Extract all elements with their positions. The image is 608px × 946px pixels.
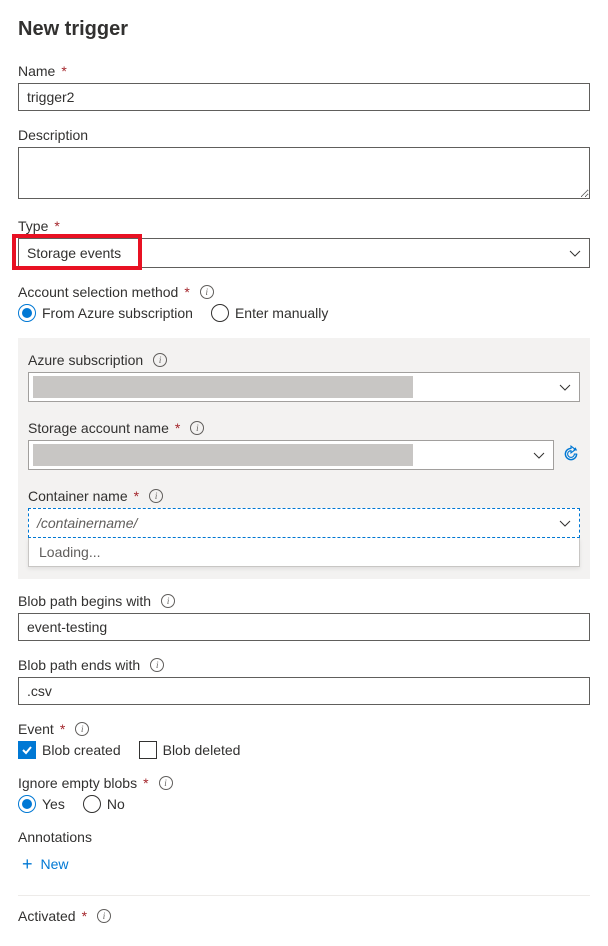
description-label: Description <box>18 127 88 143</box>
chevron-down-icon <box>559 517 571 529</box>
radio-label: Yes <box>42 796 65 812</box>
loading-text: Loading... <box>39 544 101 560</box>
name-label: Name <box>18 63 55 79</box>
refresh-icon[interactable] <box>562 445 580 466</box>
info-icon[interactable]: i <box>149 489 163 503</box>
info-icon[interactable]: i <box>75 722 89 736</box>
required-asterisk: * <box>134 488 139 504</box>
info-icon[interactable]: i <box>150 658 164 672</box>
radio-icon <box>211 304 229 322</box>
type-value: Storage events <box>27 245 121 261</box>
checkbox-icon <box>18 741 36 759</box>
required-asterisk: * <box>175 420 180 436</box>
page-title: New trigger <box>18 18 590 41</box>
info-icon[interactable]: i <box>161 594 175 608</box>
plus-icon: + <box>22 855 33 873</box>
azure-config-panel: Azure subscription i Storage account nam… <box>18 338 590 579</box>
chevron-down-icon <box>569 247 581 259</box>
type-label: Type <box>18 218 48 234</box>
azure-subscription-label: Azure subscription <box>28 352 143 368</box>
checkbox-label: Blob created <box>42 742 121 758</box>
add-annotation-button[interactable]: + New <box>18 849 590 879</box>
required-asterisk: * <box>184 284 189 300</box>
container-name-label: Container name <box>28 488 128 504</box>
radio-icon <box>18 795 36 813</box>
checkbox-blob-created[interactable]: Blob created <box>18 741 121 759</box>
radio-icon <box>18 304 36 322</box>
ignore-empty-label: Ignore empty blobs <box>18 775 137 791</box>
container-name-select[interactable]: /containername/ <box>28 508 580 538</box>
info-icon[interactable]: i <box>159 776 173 790</box>
storage-account-select[interactable] <box>28 440 554 470</box>
azure-subscription-select[interactable] <box>28 372 580 402</box>
event-label: Event <box>18 721 54 737</box>
info-icon[interactable]: i <box>200 285 214 299</box>
required-asterisk: * <box>54 218 59 234</box>
info-icon[interactable]: i <box>190 421 204 435</box>
radio-label: No <box>107 796 125 812</box>
storage-account-label: Storage account name <box>28 420 169 436</box>
name-input[interactable] <box>18 83 590 111</box>
checkbox-blob-deleted[interactable]: Blob deleted <box>139 741 241 759</box>
divider <box>18 895 590 896</box>
add-new-label: New <box>41 856 69 872</box>
redacted-value <box>33 444 413 466</box>
required-asterisk: * <box>82 908 87 924</box>
info-icon[interactable]: i <box>153 353 167 367</box>
blob-ends-input[interactable] <box>18 677 590 705</box>
checkbox-label: Blob deleted <box>163 742 241 758</box>
type-select[interactable]: Storage events <box>18 238 590 268</box>
radio-label: Enter manually <box>235 305 328 321</box>
radio-no[interactable]: No <box>83 795 125 813</box>
radio-from-azure[interactable]: From Azure subscription <box>18 304 193 322</box>
account-method-label: Account selection method <box>18 284 178 300</box>
info-icon[interactable]: i <box>97 909 111 923</box>
container-dropdown: Loading... <box>28 538 580 567</box>
required-asterisk: * <box>143 775 148 791</box>
radio-yes[interactable]: Yes <box>18 795 65 813</box>
annotations-label: Annotations <box>18 829 92 845</box>
container-placeholder: /containername/ <box>37 515 137 531</box>
redacted-value <box>33 376 413 398</box>
activated-label: Activated <box>18 908 76 924</box>
blob-ends-label: Blob path ends with <box>18 657 140 673</box>
required-asterisk: * <box>61 63 66 79</box>
radio-label: From Azure subscription <box>42 305 193 321</box>
required-asterisk: * <box>60 721 65 737</box>
blob-begins-input[interactable] <box>18 613 590 641</box>
checkbox-icon <box>139 741 157 759</box>
radio-icon <box>83 795 101 813</box>
radio-enter-manually[interactable]: Enter manually <box>211 304 328 322</box>
blob-begins-label: Blob path begins with <box>18 593 151 609</box>
description-textarea[interactable] <box>18 147 590 199</box>
chevron-down-icon <box>533 449 545 461</box>
chevron-down-icon <box>559 381 571 393</box>
